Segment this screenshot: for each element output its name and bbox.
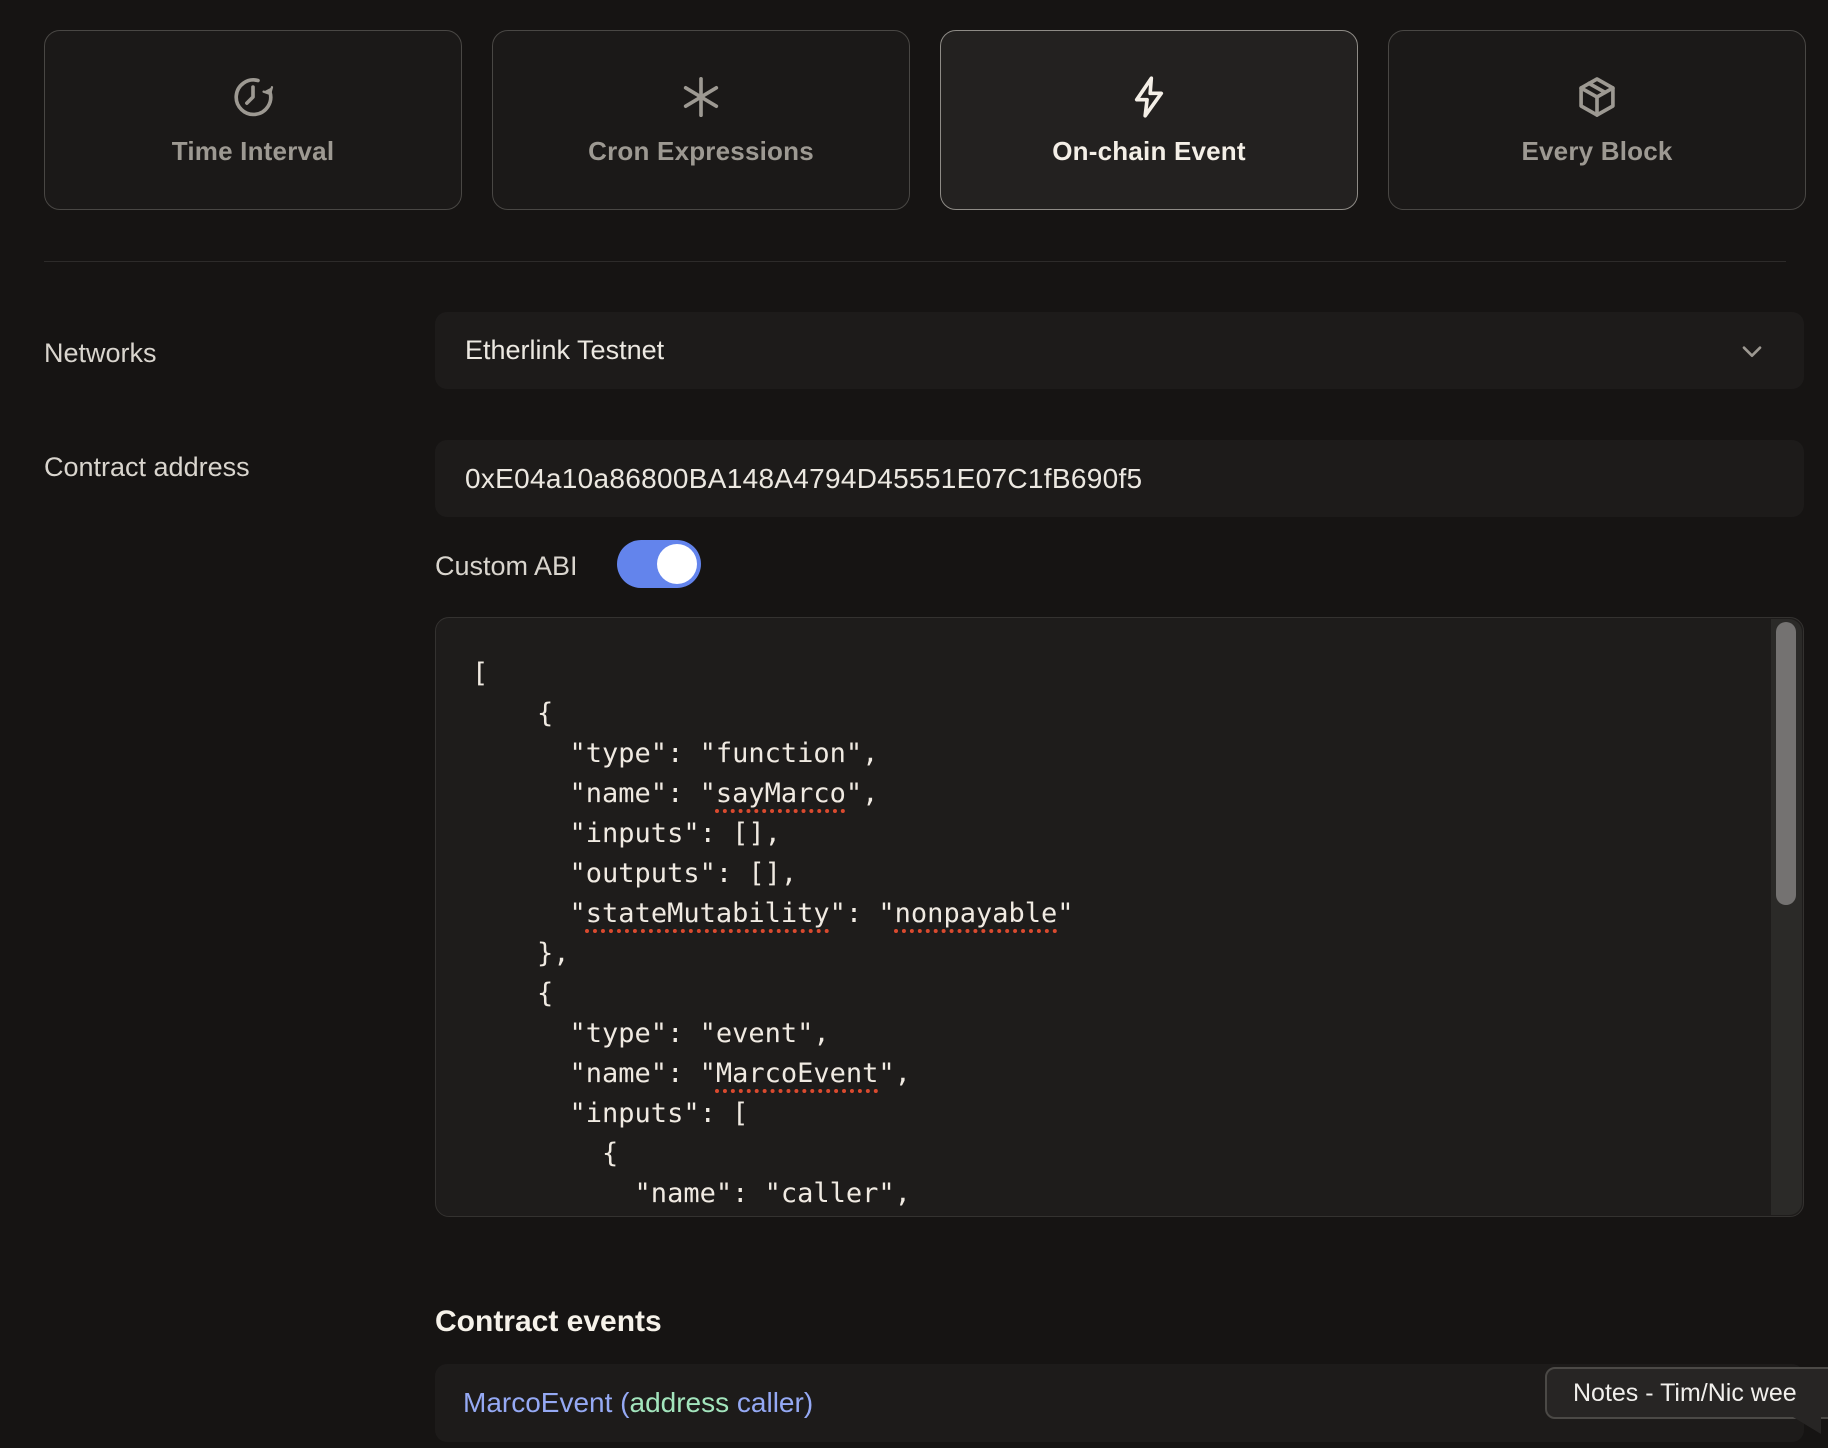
asterisk-icon (678, 74, 724, 120)
lightning-icon (1126, 74, 1172, 120)
code-line: [ (472, 654, 1733, 694)
trigger-type-label: On-chain Event (1052, 136, 1246, 167)
notes-window-tooltip[interactable]: Notes - Tim/Nic wee (1545, 1367, 1828, 1419)
abi-code-editor[interactable]: [ { "type": "function", "name": "sayMarc… (435, 617, 1804, 1217)
trigger-type-card-time-interval[interactable]: Time Interval (44, 30, 462, 210)
chevron-down-icon (1736, 335, 1768, 367)
code-line: "name": "caller", (472, 1174, 1733, 1214)
notes-window-tooltip-tail (1793, 1417, 1821, 1434)
contract-address-label: Contract address (44, 452, 250, 483)
code-line: { (472, 694, 1733, 734)
editor-scrollbar-track (1771, 619, 1802, 1215)
code-line: { (472, 974, 1733, 1014)
code-line: "inputs": [ (472, 1094, 1733, 1134)
custom-abi-label: Custom ABI (435, 551, 578, 582)
contract-event-signature: MarcoEvent (address caller) (463, 1387, 813, 1419)
contract-events-heading: Contract events (435, 1305, 662, 1339)
editor-scrollbar-thumb[interactable] (1776, 622, 1796, 905)
trigger-type-card-every-block[interactable]: Every Block (1388, 30, 1806, 210)
trigger-type-cards: Time Interval Cron Expressions On-chain … (44, 30, 1806, 210)
cube-icon (1574, 74, 1620, 120)
notes-window-tooltip-text: Notes - Tim/Nic wee (1573, 1379, 1797, 1408)
networks-select[interactable]: Etherlink Testnet (435, 312, 1804, 389)
code-line: "type": "function", (472, 734, 1733, 774)
trigger-type-card-cron-expressions[interactable]: Cron Expressions (492, 30, 910, 210)
clock-history-icon (230, 74, 276, 120)
abi-code-content: [ { "type": "function", "name": "sayMarc… (436, 618, 1803, 1214)
trigger-type-label: Time Interval (172, 136, 335, 167)
trigger-type-label: Cron Expressions (588, 136, 814, 167)
code-line: "type": "event", (472, 1014, 1733, 1054)
trigger-type-card-on-chain-event[interactable]: On-chain Event (940, 30, 1358, 210)
section-divider (44, 261, 1786, 262)
code-line: "name": "MarcoEvent", (472, 1054, 1733, 1094)
code-line: "outputs": [], (472, 854, 1733, 894)
contract-address-input[interactable] (435, 440, 1804, 517)
networks-selected-value: Etherlink Testnet (465, 335, 1736, 366)
code-line: { (472, 1134, 1733, 1174)
toggle-knob (657, 544, 697, 584)
code-line: "name": "sayMarco", (472, 774, 1733, 814)
code-line: "inputs": [], (472, 814, 1733, 854)
code-line: }, (472, 934, 1733, 974)
code-line: "stateMutability": "nonpayable" (472, 894, 1733, 934)
networks-label: Networks (44, 338, 157, 369)
trigger-type-label: Every Block (1521, 136, 1672, 167)
onchain-trigger-config-page: Time Interval Cron Expressions On-chain … (0, 0, 1828, 1448)
custom-abi-toggle[interactable] (617, 540, 701, 588)
